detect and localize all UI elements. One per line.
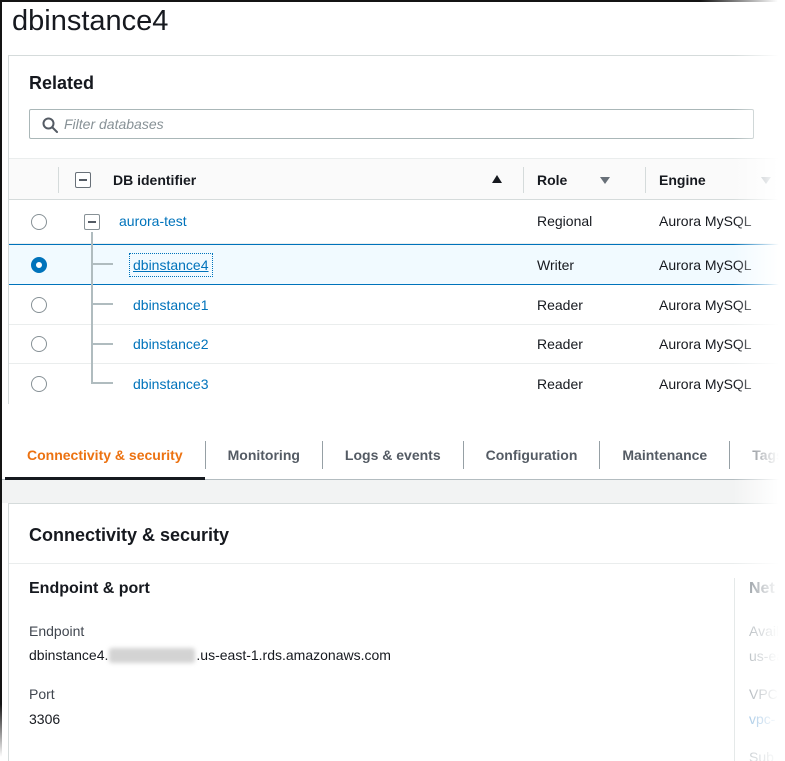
db-link[interactable]: dbinstance3 <box>133 376 209 392</box>
table-row[interactable]: aurora-test Regional Aurora MySQL <box>9 200 785 244</box>
tab-label: Monitoring <box>228 447 300 463</box>
connectivity-security-card: Connectivity & security Endpoint & port … <box>8 503 785 761</box>
search-icon <box>41 116 59 134</box>
endpoint-suffix: .us-east-1.rds.amazonaws.com <box>196 647 391 663</box>
table-row[interactable]: dbinstance3 Reader Aurora MySQL <box>9 364 785 404</box>
vpc-label: VPC <box>749 686 778 702</box>
table-header: DB identifier Role Engine <box>9 158 785 200</box>
role-filter-caret-icon[interactable] <box>600 177 610 184</box>
indeterminate-minus-icon <box>79 179 87 181</box>
subnet-group-label: Sub <box>749 749 774 761</box>
filter-databases-box <box>29 109 754 139</box>
engine-cell: Aurora MySQL <box>659 297 752 313</box>
row-radio[interactable] <box>31 336 47 352</box>
port-value: 3306 <box>29 711 60 727</box>
availability-zone-value: us-ea <box>749 648 784 664</box>
tab-label: Logs & events <box>345 447 441 463</box>
table-row[interactable]: dbinstance1 Reader Aurora MySQL <box>9 285 785 325</box>
engine-cell: Aurora MySQL <box>659 336 752 352</box>
tab-label: Configuration <box>486 447 578 463</box>
availability-zone-label: Avail <box>749 623 779 639</box>
tab-tags[interactable]: Tags <box>730 430 785 480</box>
column-divider <box>734 578 735 761</box>
engine-cell: Aurora MySQL <box>659 257 752 273</box>
endpoint-value: dbinstance4. .us-east-1.rds.amazonaws.co… <box>29 647 391 663</box>
table-row-selected[interactable]: dbinstance4 Writer Aurora MySQL <box>9 244 785 285</box>
card-heading: Connectivity & security <box>29 525 229 546</box>
db-link[interactable]: dbinstance2 <box>133 336 209 352</box>
engine-cell: Aurora MySQL <box>659 213 752 229</box>
card-header-border <box>9 563 785 564</box>
engine-filter-caret-icon[interactable] <box>761 177 771 184</box>
tab-configuration[interactable]: Configuration <box>464 430 600 480</box>
db-link[interactable]: dbinstance1 <box>133 297 209 313</box>
row-radio[interactable] <box>31 376 47 392</box>
column-divider <box>58 167 59 193</box>
network-heading: Net <box>749 580 775 598</box>
column-divider <box>645 167 646 193</box>
db-link[interactable]: aurora-test <box>119 213 187 229</box>
redacted-blur-box <box>109 648 195 663</box>
tab-label: Tags <box>752 447 784 463</box>
row-radio-selected[interactable] <box>31 257 47 273</box>
column-role[interactable]: Role <box>537 172 567 188</box>
collapse-toggle[interactable] <box>84 214 100 230</box>
role-cell: Reader <box>537 297 583 313</box>
endpoint-prefix: dbinstance4. <box>29 647 108 663</box>
page-background-strip <box>0 480 785 503</box>
role-cell: Writer <box>537 257 574 273</box>
detail-tabs: Connectivity & security Monitoring Logs … <box>5 430 785 480</box>
tab-label: Connectivity & security <box>27 447 183 463</box>
endpoint-label: Endpoint <box>29 623 84 639</box>
tab-monitoring[interactable]: Monitoring <box>206 430 322 480</box>
rds-console-page: dbinstance4 Related DB identifier Role E… <box>0 0 785 761</box>
collapse-minus-icon <box>88 221 96 223</box>
select-all-checkbox-indeterminate[interactable] <box>75 172 91 188</box>
endpoint-port-heading: Endpoint & port <box>29 580 150 598</box>
engine-cell: Aurora MySQL <box>659 376 752 392</box>
screenshot-border-left <box>0 0 2 757</box>
tab-label: Maintenance <box>622 447 707 463</box>
tab-connectivity-security[interactable]: Connectivity & security <box>5 430 205 480</box>
screenshot-border-top <box>0 0 778 2</box>
role-cell: Regional <box>537 213 592 229</box>
db-link[interactable]: dbinstance4 <box>133 257 209 273</box>
related-databases-card: Related DB identifier Role Engine <box>8 55 785 404</box>
related-heading: Related <box>29 73 94 94</box>
port-label: Port <box>29 686 55 702</box>
role-cell: Reader <box>537 376 583 392</box>
filter-databases-input[interactable] <box>64 111 744 137</box>
row-radio[interactable] <box>31 214 47 230</box>
vpc-link[interactable]: vpc- <box>749 711 775 727</box>
tab-maintenance[interactable]: Maintenance <box>600 430 729 480</box>
role-cell: Reader <box>537 336 583 352</box>
page-title: dbinstance4 <box>12 5 168 38</box>
tab-logs-events[interactable]: Logs & events <box>323 430 463 480</box>
table-row[interactable]: dbinstance2 Reader Aurora MySQL <box>9 325 785 364</box>
row-radio[interactable] <box>31 297 47 313</box>
sort-ascending-icon[interactable] <box>492 175 502 183</box>
column-divider <box>523 167 524 193</box>
column-engine[interactable]: Engine <box>659 172 706 188</box>
column-db-identifier[interactable]: DB identifier <box>113 172 196 188</box>
